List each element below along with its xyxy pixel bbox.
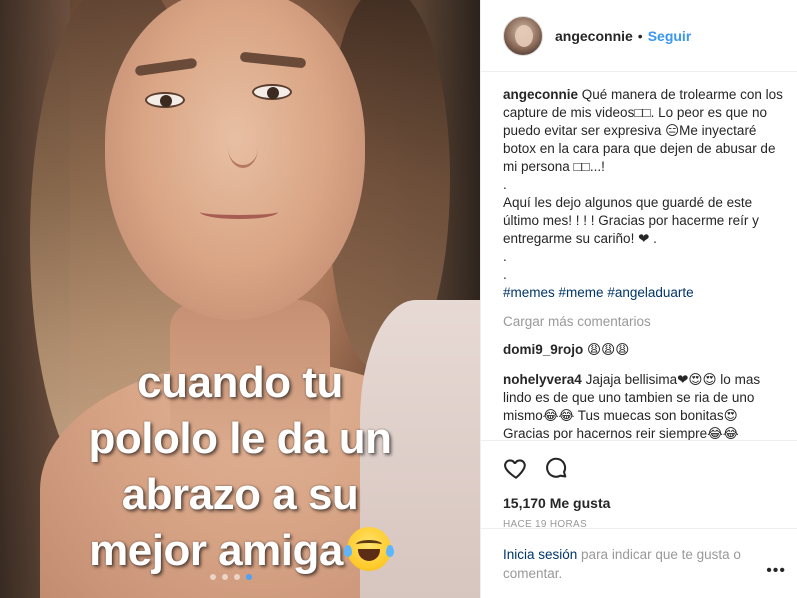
comment-item: nohelyvera4 Jajaja bellisima❤😍😍 lo mas l…	[503, 371, 785, 442]
meme-caption: cuando tu pololo le da un abrazo a su me…	[0, 355, 480, 579]
hashtag-link[interactable]: #angeladuarte	[607, 285, 693, 300]
mouth	[200, 205, 278, 219]
meme-line-1: cuando tu	[137, 358, 343, 407]
carousel-dot	[210, 574, 216, 580]
carousel-indicator	[210, 574, 252, 580]
post-actions: 15,170 Me gusta HACE 19 HORAS	[481, 440, 797, 530]
post-media[interactable]: cuando tu pololo le da un abrazo a su me…	[0, 0, 480, 598]
comment-username[interactable]: domi9_9rojo	[503, 342, 583, 357]
hashtag-link[interactable]: #meme	[559, 285, 604, 300]
comment-text: 😩😩😩	[587, 342, 630, 357]
comment-item: domi9_9rojo 😩😩😩	[503, 341, 785, 359]
action-icons	[503, 453, 776, 483]
caption-text: Qué manera de trolearme con los capture …	[503, 87, 783, 282]
header-username[interactable]: angeconnie	[555, 28, 633, 44]
load-more-comments[interactable]: Cargar más comentarios	[503, 314, 785, 329]
carousel-dot	[234, 574, 240, 580]
comment-username[interactable]: nohelyvera4	[503, 372, 582, 387]
meme-line-4: mejor amiga	[89, 526, 343, 575]
more-options-icon[interactable]: •••	[766, 561, 786, 580]
left-eye	[145, 92, 185, 108]
follow-button[interactable]: Seguir	[648, 28, 692, 44]
comments-list[interactable]: angeconnie Qué manera de trolearme con l…	[481, 72, 797, 442]
likes-count[interactable]: 15,170 Me gusta	[503, 495, 776, 511]
login-link[interactable]: Inicia sesión	[503, 547, 577, 562]
meme-line-3: abrazo a su	[121, 470, 359, 519]
post-side-panel: angeconnie • Seguir angeconnie Qué maner…	[480, 0, 797, 598]
meme-line-2: pololo le da un	[88, 414, 392, 463]
carousel-dot-active	[246, 574, 252, 580]
caption-username[interactable]: angeconnie	[503, 87, 578, 102]
login-prompt: Inicia sesión para indicar que te gusta …	[481, 528, 797, 583]
nose	[228, 128, 258, 168]
carousel-dot	[222, 574, 228, 580]
heart-icon[interactable]	[503, 455, 529, 481]
meme-line-4-wrap: mejor amiga	[0, 523, 480, 579]
post-caption: angeconnie Qué manera de trolearme con l…	[503, 86, 785, 284]
post-header: angeconnie • Seguir	[481, 0, 797, 72]
caption-hashtags: #memes #meme #angeladuarte	[503, 284, 785, 302]
comment-icon[interactable]	[543, 455, 569, 481]
header-separator: •	[637, 27, 643, 44]
tears-of-joy-emoji-icon	[343, 527, 394, 571]
hashtag-link[interactable]: #memes	[503, 285, 555, 300]
right-eye	[252, 84, 292, 100]
avatar[interactable]	[503, 15, 543, 56]
